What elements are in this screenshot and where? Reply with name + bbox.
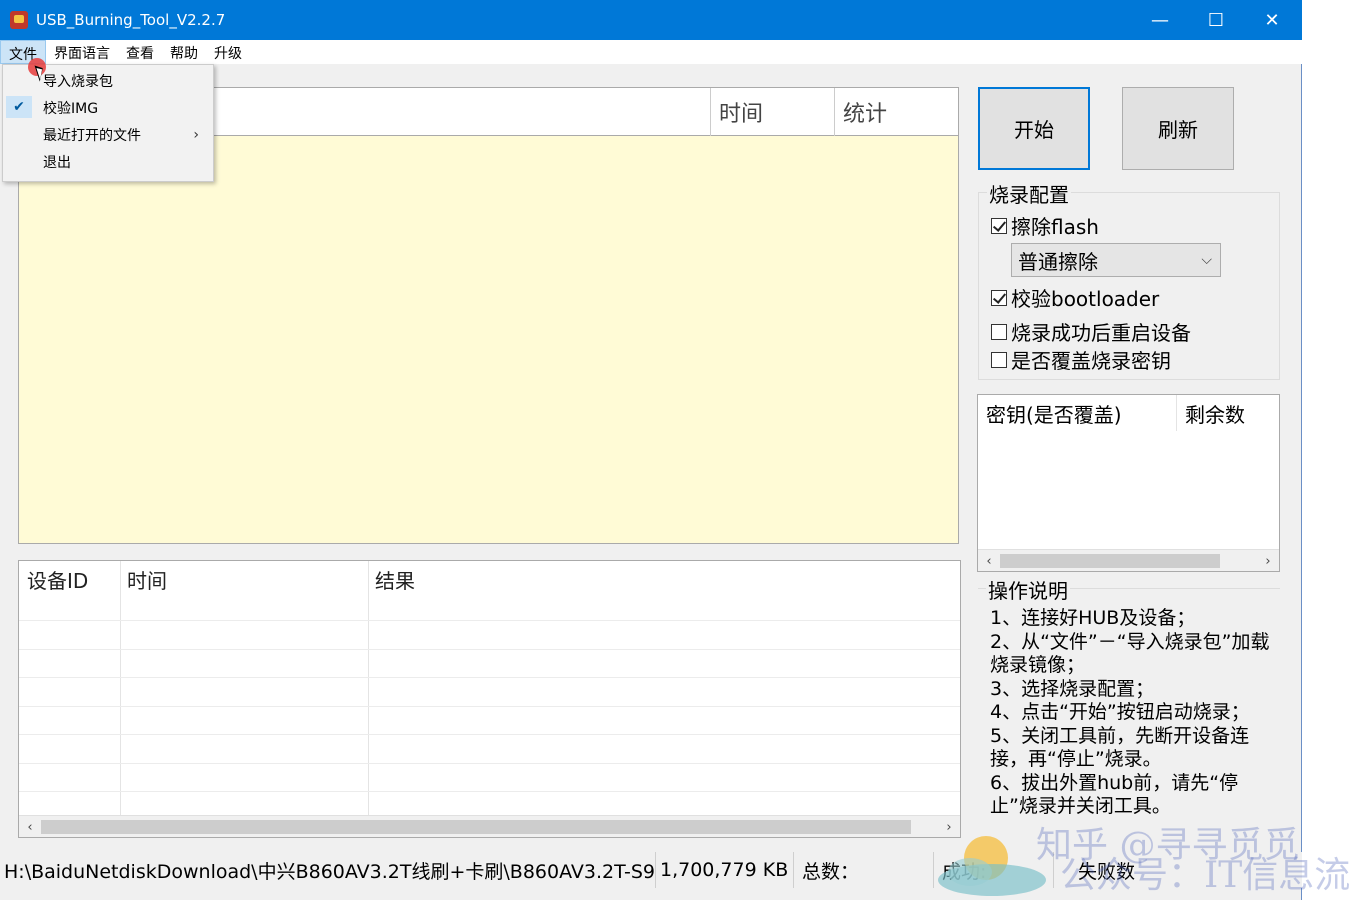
title-bar: USB_Burning_Tool_V2.2.7 — ☐ ✕	[0, 0, 1302, 40]
row-divider	[19, 649, 960, 650]
row-divider	[19, 620, 960, 621]
scroll-left-icon[interactable]: ‹	[21, 817, 39, 837]
erase-flash-checkbox[interactable]: 擦除flash	[991, 211, 1099, 240]
checkmark-icon: ✔	[6, 96, 32, 118]
menu-item-recent-files[interactable]: 最近打开的文件 ›	[3, 121, 213, 148]
status-file-size: 1,700,779 KB	[656, 852, 794, 888]
burn-list-col-time[interactable]: 时间	[710, 88, 834, 136]
menu-item-label: 最近打开的文件	[43, 127, 141, 144]
burn-config-title: 烧录配置	[987, 179, 1071, 208]
watermark-cloud-icon	[938, 836, 1046, 896]
row-divider	[19, 791, 960, 792]
verify-bootloader-checkbox[interactable]: 校验bootloader	[991, 283, 1159, 312]
chevron-down-icon: ⌵	[1201, 252, 1212, 268]
erase-flash-label: 擦除flash	[1011, 215, 1099, 239]
menu-help[interactable]: 帮助	[162, 40, 206, 64]
maximize-button[interactable]: ☐	[1188, 0, 1244, 40]
overwrite-key-checkbox[interactable]: 是否覆盖烧录密钥	[991, 345, 1171, 374]
checkbox-checked-icon[interactable]	[991, 217, 1007, 234]
close-button[interactable]: ✕	[1244, 0, 1300, 40]
verify-bootloader-label: 校验bootloader	[1011, 287, 1160, 311]
column-divider	[120, 561, 121, 815]
scroll-left-icon[interactable]: ‹	[980, 551, 998, 571]
key-list-header: 密钥(是否覆盖) 剩余数	[978, 395, 1279, 431]
device-table-header: 设备ID 时间 结果	[19, 561, 960, 597]
scroll-right-icon[interactable]: ›	[1259, 551, 1277, 571]
reboot-after-checkbox[interactable]: 烧录成功后重启设备	[991, 317, 1191, 346]
instructions-title: 操作说明	[986, 575, 1070, 604]
instructions-text: 1、连接好HUB及设备； 2、从“文件”－“导入烧录包”加载烧录镜像； 3、选择…	[990, 607, 1270, 817]
app-icon	[10, 11, 28, 29]
refresh-button[interactable]: 刷新	[1122, 87, 1234, 170]
scroll-thumb[interactable]	[1000, 554, 1220, 568]
key-list-hscrollbar[interactable]: ‹ ›	[978, 549, 1279, 571]
menu-item-label: 导入烧录包	[43, 73, 113, 90]
status-total: 总数：	[794, 852, 934, 888]
menu-item-verify-img[interactable]: ✔ 校验IMG	[3, 94, 213, 121]
key-list[interactable]: 密钥(是否覆盖) 剩余数 ‹ ›	[977, 394, 1280, 572]
erase-mode-value: 普通擦除	[1018, 249, 1098, 274]
row-divider	[19, 706, 960, 707]
overwrite-key-label: 是否覆盖烧录密钥	[1011, 349, 1171, 373]
checkbox-checked-icon[interactable]	[991, 289, 1007, 306]
menu-view[interactable]: 查看	[118, 40, 162, 64]
menu-item-label: 退出	[43, 154, 71, 171]
watermark-wechat: 公众号：IT信息流	[1060, 855, 1351, 896]
window-title: USB_Burning_Tool_V2.2.7	[36, 11, 226, 29]
row-divider	[19, 677, 960, 678]
minimize-button[interactable]: —	[1132, 0, 1188, 40]
row-divider	[19, 734, 960, 735]
device-result-table[interactable]: 设备ID 时间 结果 ‹ ›	[18, 560, 961, 838]
burn-config-group: 烧录配置 擦除flash 普通擦除 ⌵ 校验bootloader 烧录成功后重启…	[978, 179, 1280, 380]
reboot-after-label: 烧录成功后重启设备	[1011, 321, 1191, 345]
burn-list-col-stats[interactable]: 统计	[834, 88, 958, 136]
scroll-thumb[interactable]	[41, 820, 911, 834]
key-list-col-key[interactable]: 密钥(是否覆盖)	[978, 395, 1176, 431]
checkbox-unchecked-icon[interactable]	[991, 323, 1007, 340]
instructions-group: 操作说明 1、连接好HUB及设备； 2、从“文件”－“导入烧录包”加载烧录镜像；…	[978, 575, 1280, 828]
menu-item-label: 校验IMG	[43, 100, 99, 117]
key-list-col-remaining[interactable]: 剩余数	[1176, 395, 1280, 431]
device-table-hscrollbar[interactable]: ‹ ›	[19, 815, 960, 837]
start-button[interactable]: 开始	[978, 87, 1090, 170]
file-menu-dropdown: 导入烧录包 ✔ 校验IMG 最近打开的文件 › 退出	[2, 64, 214, 182]
device-table-col-result[interactable]: 结果	[367, 561, 767, 597]
device-table-col-id[interactable]: 设备ID	[19, 561, 119, 597]
erase-mode-select[interactable]: 普通擦除 ⌵	[1011, 243, 1221, 277]
column-divider	[368, 561, 369, 815]
row-divider	[19, 763, 960, 764]
menu-language[interactable]: 界面语言	[46, 40, 118, 64]
chevron-right-icon: ›	[193, 126, 199, 143]
status-file-path: H:\BaiduNetdiskDownload\中兴B860AV3.2T线刷+卡…	[0, 852, 656, 888]
menu-bar: 文件 界面语言 查看 帮助 升级	[0, 40, 1302, 64]
checkbox-unchecked-icon[interactable]	[991, 351, 1007, 368]
device-table-col-time[interactable]: 时间	[119, 561, 367, 597]
menu-item-exit[interactable]: 退出	[3, 148, 213, 175]
menu-upgrade[interactable]: 升级	[206, 40, 250, 64]
